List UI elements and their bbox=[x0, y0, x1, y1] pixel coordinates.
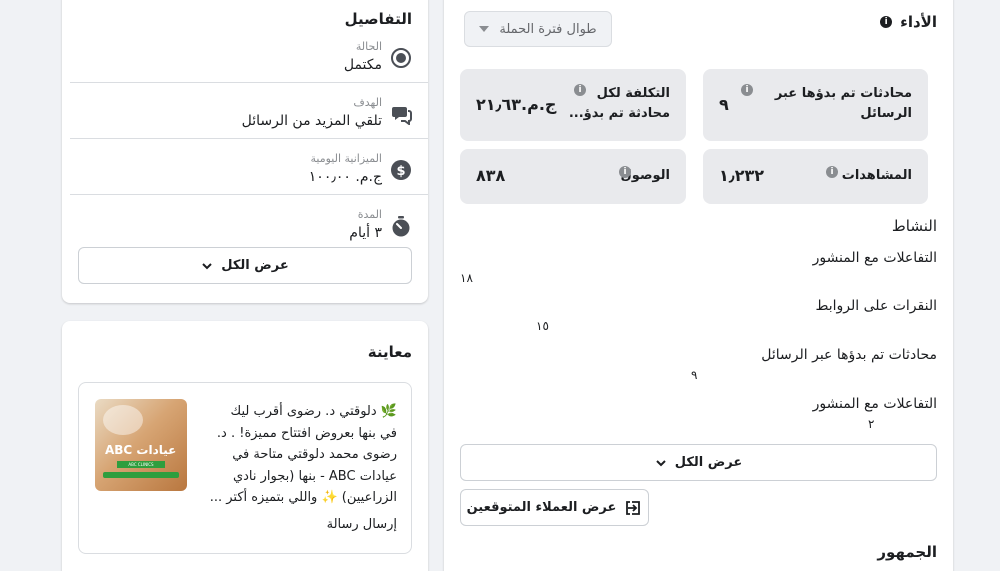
activity-value: ١٥ bbox=[536, 319, 549, 333]
objective-label: الهدف bbox=[353, 96, 382, 109]
stopwatch-icon bbox=[392, 216, 410, 237]
info-icon[interactable]: i bbox=[880, 16, 893, 28]
activity-value: ٩ bbox=[691, 368, 698, 382]
ad-text-line: في بنها بعروض افتتاح مميزة! . د. bbox=[216, 425, 397, 441]
metric-cost-per-conversation: التكلفة لكل محادثة تم بدؤ... i ج.م.٢١٫٦٣ bbox=[460, 69, 686, 141]
activity-label: محادثات تم بدؤها عبر الرسائل bbox=[761, 347, 937, 363]
ad-body-text: 🌿 دلوقتي د. رضوى أقرب ليك في بنها بعروض … bbox=[199, 401, 397, 509]
activity-label: التفاعلات مع المنشور bbox=[812, 396, 937, 412]
activity-label: التفاعلات مع المنشور bbox=[812, 250, 937, 266]
preview-title: معاينة bbox=[367, 343, 412, 361]
details-see-all-button[interactable]: عرض الكل bbox=[78, 247, 412, 284]
details-card: التفاصيل الحالة مكتمل الهدف تلقي المزيد … bbox=[62, 0, 428, 303]
metric-value: ٩ bbox=[719, 95, 729, 114]
message-icon bbox=[392, 107, 412, 125]
ad-thumbnail: عيادات ABC ABC CLINICS bbox=[95, 399, 187, 491]
objective-value: تلقي المزيد من الرسائل bbox=[241, 113, 382, 129]
performance-header: الأداء i bbox=[880, 13, 937, 31]
see-all-label: عرض الكل bbox=[674, 455, 743, 470]
budget-value: ج.م. ١٠٠٫٠٠ bbox=[308, 169, 382, 185]
status-label: الحالة bbox=[355, 40, 382, 53]
divider bbox=[70, 194, 428, 195]
divider bbox=[70, 138, 428, 139]
potential-customers-label: عرض العملاء المتوقعين bbox=[466, 500, 617, 515]
thumb-highlight bbox=[103, 405, 143, 435]
thumb-brand-text: عيادات ABC bbox=[105, 443, 177, 457]
duration-label: المدة bbox=[357, 208, 382, 221]
details-title: التفاصيل bbox=[344, 10, 412, 28]
ad-text-line: عيادات ABC - بنها (بجوار نادي bbox=[232, 468, 397, 484]
thumb-badge: ABC CLINICS bbox=[117, 461, 165, 468]
info-icon[interactable]: i bbox=[574, 84, 586, 96]
metric-value: ٨٣٨ bbox=[476, 166, 506, 185]
caret-down-icon bbox=[479, 26, 490, 32]
status-icon bbox=[391, 48, 411, 68]
date-range-label: طوال فترة الحملة bbox=[499, 21, 597, 37]
activity-value: ٢ bbox=[868, 417, 875, 431]
audience-title: الجمهور bbox=[877, 543, 937, 561]
budget-label: الميزانية اليومية bbox=[310, 152, 382, 165]
metric-label: محادثات تم بدؤها عبر الرسائل bbox=[774, 86, 912, 121]
status-value: مكتمل bbox=[343, 57, 382, 73]
chevron-down-icon bbox=[656, 459, 666, 466]
view-potential-customers-button[interactable]: عرض العملاء المتوقعين bbox=[460, 489, 649, 526]
thumb-strip bbox=[103, 472, 179, 478]
divider bbox=[70, 82, 428, 83]
metric-value: ج.م.٢١٫٦٣ bbox=[476, 95, 557, 114]
chevron-down-icon bbox=[202, 262, 212, 269]
preview-card: معاينة عيادات ABC ABC CLINICS 🌿 دلوقتي د… bbox=[62, 321, 428, 571]
metric-reach: الوصول i ٨٣٨ bbox=[460, 149, 686, 204]
metric-value: ١٫٢٣٢ bbox=[719, 166, 765, 185]
see-all-label: عرض الكل bbox=[221, 258, 289, 273]
metric-conversations: محادثات تم بدؤها عبر الرسائل i ٩ bbox=[703, 69, 928, 141]
send-message-cta[interactable]: إرسال رسالة bbox=[327, 517, 397, 532]
activity-label: النقرات على الروابط bbox=[815, 298, 937, 314]
performance-card: الأداء i طوال فترة الحملة محادثات تم بدؤ… bbox=[444, 0, 953, 571]
ad-text-line: رضوى محمد دلوقتي متاحة في bbox=[232, 447, 397, 462]
svg-text:$: $ bbox=[396, 164, 405, 179]
date-range-dropdown[interactable]: طوال فترة الحملة bbox=[464, 11, 612, 47]
performance-title: الأداء bbox=[900, 13, 937, 31]
ad-text-line: الزراعيين) ✨ واللي بتميزه أكتر ... bbox=[209, 490, 397, 505]
ad-preview[interactable]: عيادات ABC ABC CLINICS 🌿 دلوقتي د. رضوى … bbox=[78, 382, 412, 554]
activity-value: ١٨ bbox=[460, 271, 473, 285]
info-icon[interactable]: i bbox=[826, 166, 838, 178]
activity-title: النشاط bbox=[891, 217, 937, 235]
activity-see-all-button[interactable]: عرض الكل bbox=[460, 444, 937, 481]
metric-label: المشاهدات bbox=[841, 168, 912, 183]
export-icon bbox=[626, 500, 641, 515]
info-icon[interactable]: i bbox=[741, 84, 753, 96]
ad-text-line: 🌿 دلوقتي د. رضوى أقرب ليك bbox=[230, 404, 398, 419]
dollar-icon: $ bbox=[391, 160, 411, 180]
info-icon[interactable]: i bbox=[619, 166, 631, 178]
metric-impressions: المشاهدات i ١٫٢٣٢ bbox=[703, 149, 928, 204]
duration-value: ٣ أيام bbox=[349, 225, 382, 241]
